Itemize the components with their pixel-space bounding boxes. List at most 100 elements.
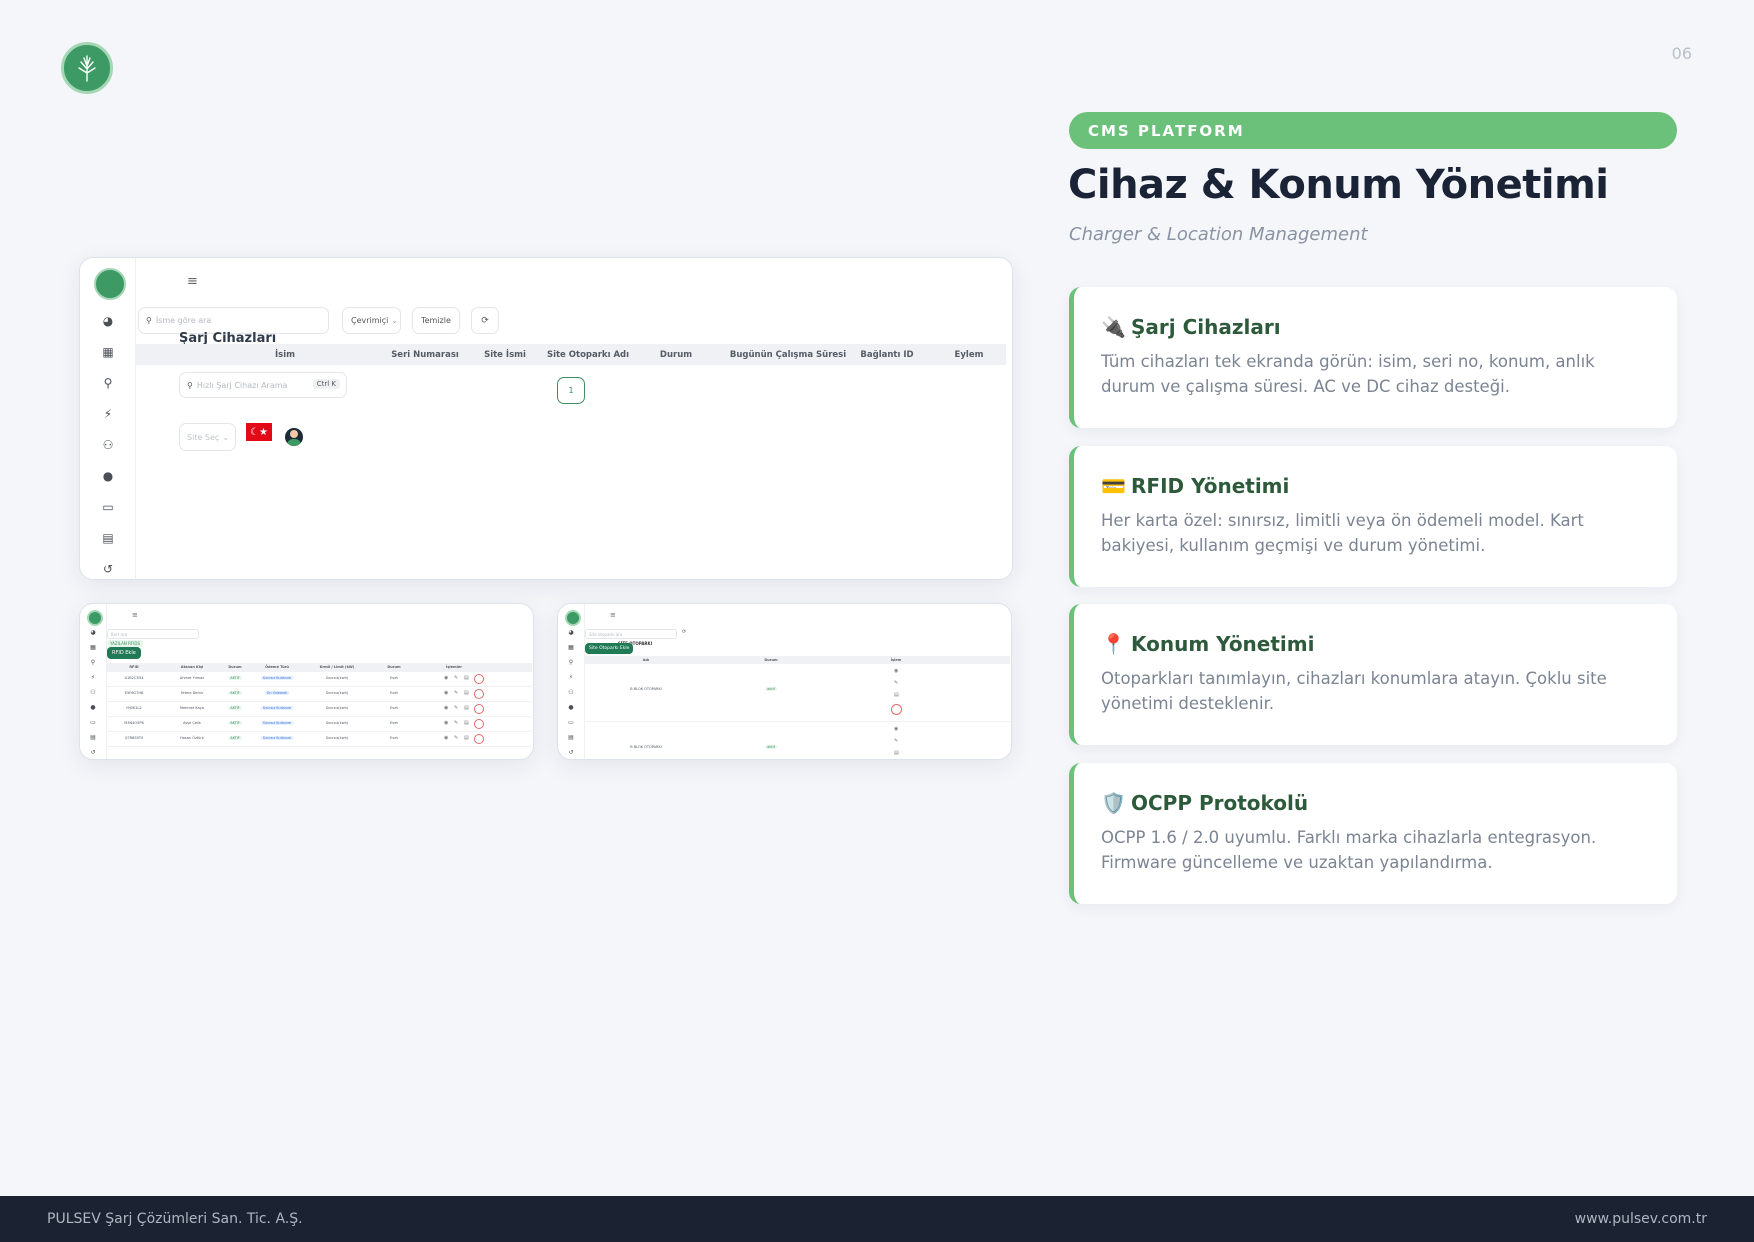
users-icon[interactable]: ⚇ (87, 689, 99, 696)
delete-icon[interactable] (474, 689, 484, 699)
search-input[interactable]: Site otoparkı ara (585, 629, 677, 639)
receipt-icon[interactable]: ▤ (565, 734, 577, 741)
website-link[interactable]: www.pulsev.com.tr (1575, 1211, 1707, 1227)
history-icon[interactable]: ▤ (464, 735, 469, 741)
column-header[interactable]: Durum (387, 665, 400, 669)
building-icon[interactable]: ▦ (98, 345, 118, 359)
column-header[interactable]: Site İsmi (484, 350, 526, 360)
column-header[interactable]: Kredi / Limit (kW) (320, 665, 355, 669)
history-icon[interactable]: ▤ (464, 675, 469, 681)
users-icon[interactable]: ⚇ (98, 438, 118, 452)
turkish-flag-icon[interactable]: ☾★ (246, 423, 272, 441)
table-row[interactable]: I9J0K1L2 Mehmet Kaya AKTİF Sınırsız Kullanı… (106, 702, 532, 717)
site-select[interactable]: Site Seç ⌄ (179, 423, 236, 451)
history-icon[interactable]: ▤ (894, 750, 899, 756)
location-icon[interactable]: ⚲ (565, 659, 577, 666)
charger-icon[interactable]: ⚡ (98, 407, 118, 421)
table-row[interactable]: E5F6G7H8 Fatma Demir AKTİF Ön Ödemeli Sınırs… (106, 687, 532, 702)
dashboard-icon[interactable]: ◕ (565, 629, 577, 636)
user-icon[interactable]: ● (565, 704, 577, 711)
table-row[interactable]: B BLOK OTOPARKI aktif ◉ ✎ ▤ (584, 664, 1010, 722)
refresh-icon[interactable]: ⟳ (682, 629, 686, 635)
menu-icon[interactable]: ≡ (187, 274, 198, 289)
location-icon[interactable]: ⚲ (87, 659, 99, 666)
delete-icon[interactable] (474, 734, 484, 744)
edit-icon[interactable]: ✎ (454, 735, 458, 741)
pagination-page-1[interactable]: 1 (557, 377, 585, 404)
user-avatar[interactable] (285, 428, 303, 446)
view-icon[interactable]: ◉ (894, 668, 898, 674)
column-header[interactable]: İşlemler (446, 665, 462, 669)
charger-icon[interactable]: ⚡ (565, 674, 577, 681)
column-header[interactable]: Durum (228, 665, 241, 669)
column-header[interactable]: Durum (764, 658, 777, 662)
edit-icon[interactable]: ✎ (894, 680, 898, 686)
receipt-icon[interactable]: ▤ (87, 734, 99, 741)
history-icon[interactable]: ▤ (894, 692, 899, 698)
users-icon[interactable]: ⚇ (565, 689, 577, 696)
card-icon[interactable]: ▭ (98, 500, 118, 514)
dashboard-icon[interactable]: ◕ (98, 314, 118, 328)
building-icon[interactable]: ▦ (87, 644, 99, 651)
user-icon[interactable]: ● (87, 704, 99, 711)
view-icon[interactable]: ◉ (444, 690, 448, 696)
view-icon[interactable]: ◉ (444, 735, 448, 741)
edit-icon[interactable]: ✎ (454, 720, 458, 726)
table-row[interactable]: M3N4O5P6 Ayşe Çelik AKTİF Sınırsız Kullanım… (106, 717, 532, 732)
delete-icon[interactable] (474, 674, 484, 684)
card-icon[interactable]: ▭ (87, 719, 99, 726)
search-input[interactable]: Kart ara (107, 629, 199, 639)
view-icon[interactable]: ◉ (444, 675, 448, 681)
column-header[interactable]: İşlem (891, 658, 902, 662)
user-icon[interactable]: ● (98, 469, 118, 483)
column-header[interactable]: Site Otoparkı Adı (547, 350, 629, 360)
clear-button[interactable]: Temizle (412, 307, 460, 334)
building-icon[interactable]: ▦ (565, 644, 577, 651)
history-icon[interactable]: ▤ (464, 720, 469, 726)
edit-icon[interactable]: ✎ (454, 690, 458, 696)
column-header[interactable]: Eylem (955, 350, 984, 360)
locations-screenshot: ◕ ▦ ⚲ ⚡ ⚇ ● ▭ ▤ ↺ ≡ Site otoparkı ara ⟳ SİTE OTO… (557, 603, 1012, 760)
menu-icon[interactable]: ≡ (132, 611, 138, 619)
history-icon[interactable]: ▤ (464, 705, 469, 711)
column-header[interactable]: Atanan Kişi (181, 665, 204, 669)
menu-icon[interactable]: ≡ (610, 611, 616, 619)
view-icon[interactable]: ◉ (894, 726, 898, 732)
column-header[interactable]: Bugünün Çalışma Süresi (730, 350, 846, 360)
view-icon[interactable]: ◉ (444, 720, 448, 726)
edit-icon[interactable]: ✎ (454, 705, 458, 711)
delete-icon[interactable] (474, 719, 484, 729)
cell-payment: Ön Ödemeli (264, 691, 290, 695)
delete-icon[interactable] (474, 704, 484, 714)
location-icon[interactable]: ⚲ (98, 376, 118, 390)
search-input[interactable]: ⚲ İsme göre ara (138, 307, 329, 334)
dashboard-icon[interactable]: ◕ (87, 629, 99, 636)
add-location-button[interactable]: Site Otoparkı Ekle (585, 643, 634, 654)
column-header[interactable]: İsim (275, 350, 295, 360)
column-header[interactable]: Seri Numarası (391, 350, 459, 360)
edit-icon[interactable]: ✎ (454, 675, 458, 681)
quick-search-input[interactable]: ⚲ Hızlı Şarj Cihazı Arama Ctrl K (179, 372, 347, 398)
table-row[interactable]: B BLOK OTOPARKI aktif ◉ ✎ ▤ (584, 722, 1010, 759)
charger-icon[interactable]: ⚡ (87, 674, 99, 681)
status-badge: aktif (765, 745, 777, 749)
table-row[interactable]: Q7R8S9T0 Hasan Öztürk AKTİF Sınırsız Kullan… (106, 732, 532, 747)
edit-icon[interactable]: ✎ (894, 738, 898, 744)
view-icon[interactable]: ◉ (444, 705, 448, 711)
table-row[interactable]: A1B2C3D4 Ahmet Yılmaz AKTİF Sınırsız Kullan… (106, 672, 532, 687)
column-header[interactable]: Ödeme Türü (265, 665, 289, 669)
history-icon[interactable]: ↺ (87, 749, 99, 756)
history-icon[interactable]: ↺ (98, 562, 118, 576)
status-filter[interactable]: Çevrimiçi ⌄ (342, 307, 401, 334)
history-icon[interactable]: ↺ (565, 749, 577, 756)
card-icon[interactable]: ▭ (565, 719, 577, 726)
refresh-button[interactable]: ⟳ (471, 307, 499, 334)
column-header[interactable]: Durum (660, 350, 692, 360)
column-header[interactable]: Bağlantı ID (860, 350, 913, 360)
add-rfid-button[interactable]: RFID Ekle (107, 647, 141, 659)
column-header[interactable]: RFID (129, 665, 138, 669)
delete-icon[interactable] (891, 704, 902, 715)
history-icon[interactable]: ▤ (464, 690, 469, 696)
receipt-icon[interactable]: ▤ (98, 531, 118, 545)
column-header[interactable]: Adı (643, 658, 649, 662)
